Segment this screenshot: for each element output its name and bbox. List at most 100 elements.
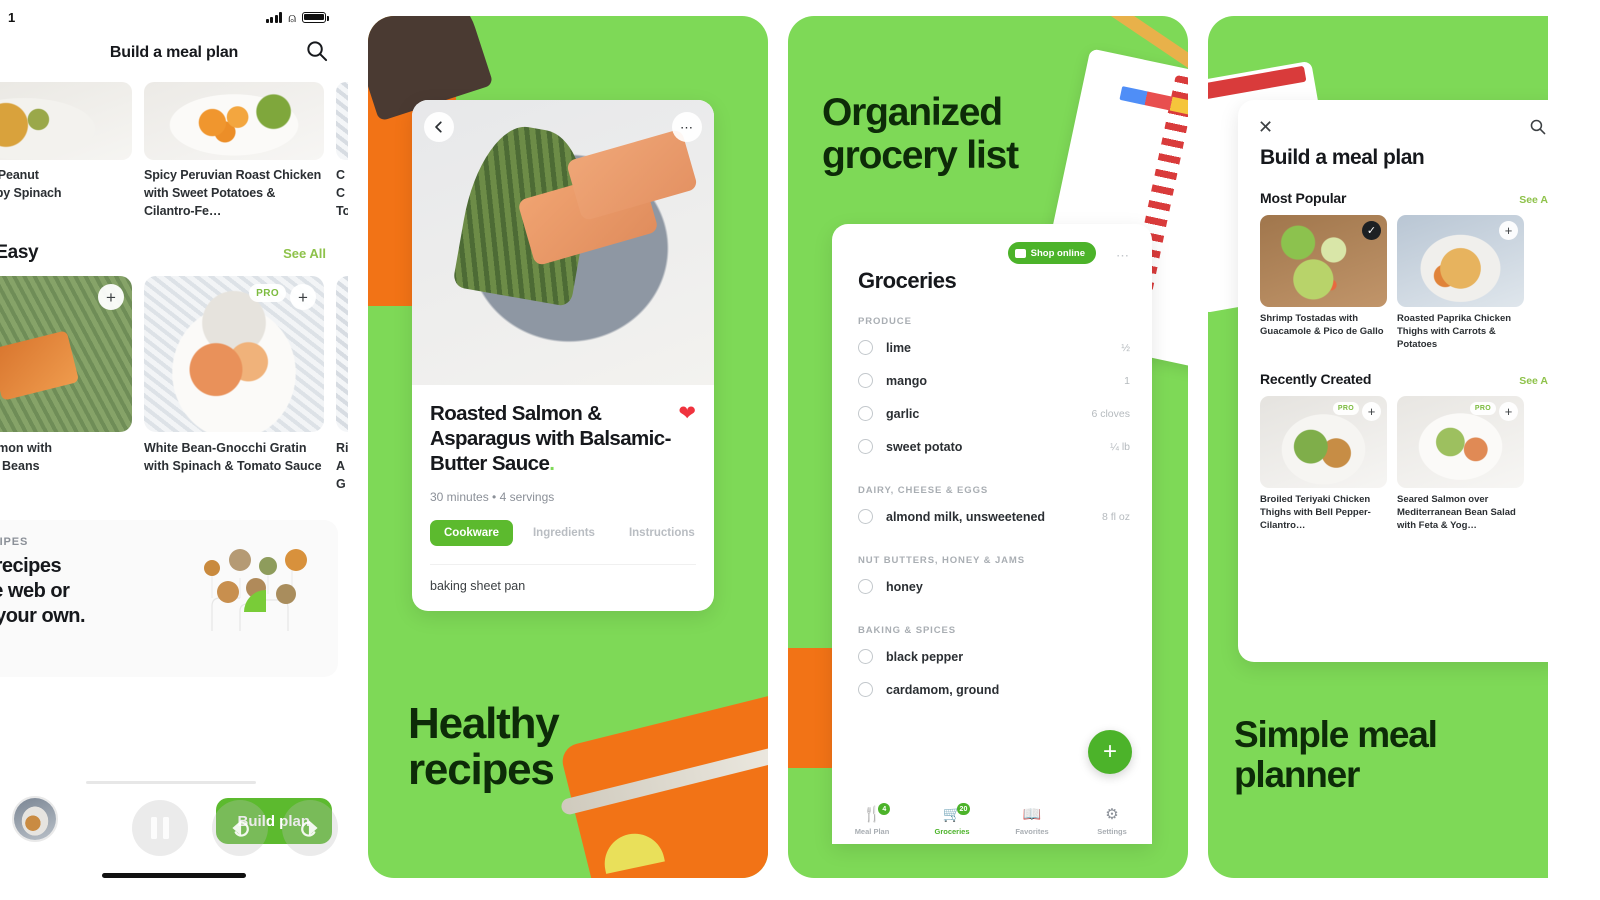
chevron-left-icon[interactable] bbox=[424, 112, 454, 142]
recipe-card[interactable]: + ried Salmon with y Green Beans bbox=[0, 276, 132, 493]
tab-meal-plan[interactable]: 🍴 4 Meal Plan bbox=[832, 803, 912, 836]
recipe-name: Seared Salmon over Mediterranean Bean Sa… bbox=[1397, 494, 1516, 532]
recipe-card[interactable]: + Roasted Paprika Chicken Thighs with Ca… bbox=[1397, 215, 1524, 351]
grocery-item[interactable]: mango 1 bbox=[832, 364, 1152, 397]
recipe-card[interactable]: PRO + Seared Salmon over Mediterranean B… bbox=[1397, 396, 1524, 532]
grocery-item-qty: ½ bbox=[1121, 341, 1130, 354]
avatar[interactable] bbox=[12, 796, 58, 842]
recipe-row-most-popular[interactable]: ✓ Shrimp Tostadas with Guacamole & Pico … bbox=[1238, 206, 1548, 351]
recipe-card[interactable]: Spicy Peruvian Roast Chicken with Sweet … bbox=[144, 82, 324, 220]
tab-label: Settings bbox=[1097, 827, 1127, 836]
app-store-screenshot-gallery: 1 ⍝ Build a meal plan Peanut y Spinach S… bbox=[0, 0, 1600, 900]
panel-headline: Organized grocery list bbox=[822, 91, 1019, 177]
status-time: 1 bbox=[8, 9, 16, 25]
checkbox-icon[interactable] bbox=[858, 373, 873, 388]
more-dots-icon[interactable]: ⋯ bbox=[672, 112, 702, 142]
more-dots-icon[interactable]: ⋯ bbox=[1116, 248, 1130, 264]
recipe-thumbnail: PRO + bbox=[1260, 396, 1387, 489]
grocery-item[interactable]: honey bbox=[832, 570, 1152, 603]
grocery-item[interactable]: sweet potato ¼ lb bbox=[832, 430, 1152, 463]
grocery-section-label: PRODUCE bbox=[858, 316, 912, 327]
collect-recipes-promo-card[interactable]: UR RECIPES llect recipes m the web or ea… bbox=[0, 519, 338, 677]
checkbox-icon[interactable] bbox=[858, 406, 873, 421]
search-icon[interactable] bbox=[1529, 118, 1546, 140]
promo-kicker: UR RECIPES bbox=[0, 535, 29, 548]
add-recipe-link[interactable]: Recipe bbox=[0, 643, 192, 658]
recipe-tabs[interactable]: Cookware Ingredients Instructions bbox=[430, 520, 696, 546]
grocery-item[interactable]: almond milk, unsweetened 8 fl oz bbox=[832, 500, 1152, 533]
grocery-item[interactable]: lime ½ bbox=[832, 331, 1152, 364]
recipe-name: Ri A G bbox=[336, 441, 348, 491]
recipe-collage-illustration bbox=[192, 536, 322, 661]
grocery-item-qty: 8 fl oz bbox=[1101, 510, 1130, 523]
pro-badge: PRO bbox=[249, 284, 286, 303]
recipe-name: Spicy Peruvian Roast Chicken with Sweet … bbox=[144, 168, 322, 218]
tab-instructions[interactable]: Instructions bbox=[615, 520, 709, 546]
recipe-thumbnail: ✓ bbox=[1260, 215, 1387, 307]
section-header-recently-created: Recently Created See A bbox=[1238, 351, 1548, 387]
rewind-10-icon[interactable] bbox=[212, 800, 268, 856]
recipe-card[interactable]: PRO + Broiled Teriyaki Chicken Thighs wi… bbox=[1260, 396, 1387, 532]
shop-online-button[interactable]: Shop online bbox=[1007, 242, 1096, 264]
recipe-row-recently-created[interactable]: PRO + Broiled Teriyaki Chicken Thighs wi… bbox=[1238, 387, 1548, 532]
heart-filled-icon[interactable]: ❤ bbox=[678, 403, 696, 424]
page-title: Build a meal plan bbox=[109, 44, 239, 61]
grocery-section: BAKING & SPICES black pepper cardamom, g… bbox=[832, 603, 1152, 706]
recipe-thumbnail: PRO + bbox=[1397, 396, 1524, 489]
grocery-item[interactable]: cardamom, ground bbox=[832, 673, 1152, 706]
recipe-card[interactable]: African Peanut with Baby Spinach bbox=[0, 82, 132, 220]
checkbox-icon[interactable] bbox=[858, 649, 873, 664]
sheet-title: Build a meal plan bbox=[1260, 146, 1425, 169]
video-scrubber[interactable] bbox=[86, 781, 256, 784]
recipe-card[interactable]: PRO + White Bean-Gnocchi Gratin with Spi… bbox=[144, 276, 324, 493]
grocery-list-card: Shop online ⋯ Groceries PRODUCE lime ½ m… bbox=[832, 224, 1152, 844]
pause-icon[interactable] bbox=[132, 800, 188, 856]
grocery-section-label: DAIRY, CHEESE & EGGS bbox=[858, 485, 989, 496]
checkbox-icon[interactable] bbox=[858, 579, 873, 594]
grocery-item-name: cardamom, ground bbox=[886, 682, 1000, 697]
panel-healthy-recipes: ⋯ ❤ Roasted Salmon & Asparagus with Bals… bbox=[368, 16, 768, 878]
bottom-tab-bar[interactable]: 🍴 4 Meal Plan 🛒 20 Groceries 📖 Favorites bbox=[832, 798, 1152, 844]
checkbox-icon[interactable] bbox=[858, 340, 873, 355]
see-all-link[interactable]: See A bbox=[1519, 375, 1548, 387]
selected-check-icon[interactable]: ✓ bbox=[1362, 221, 1381, 240]
section-header-quick-easy: ck & Easy See All bbox=[0, 242, 348, 264]
grocery-item[interactable]: garlic 6 cloves bbox=[832, 397, 1152, 430]
grocery-item-name: almond milk, unsweetened bbox=[886, 509, 1046, 524]
search-icon[interactable] bbox=[305, 39, 328, 67]
recipe-detail-card[interactable]: ⋯ ❤ Roasted Salmon & Asparagus with Bals… bbox=[412, 100, 714, 611]
basket-icon: 🛒 20 bbox=[943, 803, 971, 822]
tab-ingredients[interactable]: Ingredients bbox=[519, 520, 609, 546]
forward-10-icon[interactable] bbox=[282, 800, 338, 856]
tab-groceries[interactable]: 🛒 20 Groceries bbox=[912, 803, 992, 836]
navigation-bar: Build a meal plan bbox=[0, 30, 348, 76]
close-icon[interactable]: ✕ bbox=[1258, 118, 1273, 136]
checkbox-icon[interactable] bbox=[858, 439, 873, 454]
recipe-card[interactable]: ✓ Shrimp Tostadas with Guacamole & Pico … bbox=[1260, 215, 1387, 351]
grocery-item[interactable]: black pepper bbox=[832, 640, 1152, 673]
home-indicator bbox=[102, 873, 246, 878]
tab-favorites[interactable]: 📖 Favorites bbox=[992, 806, 1072, 836]
section-title: Recently Created bbox=[1260, 371, 1372, 388]
battery-icon bbox=[302, 11, 329, 23]
recipe-card[interactable]: Ri A G bbox=[336, 276, 348, 493]
video-player-controls[interactable] bbox=[132, 800, 338, 856]
add-recipe-button[interactable]: + bbox=[1499, 221, 1518, 240]
checkbox-icon[interactable] bbox=[858, 682, 873, 697]
recipe-row-quick-easy[interactable]: + ried Salmon with y Green Beans PRO + W… bbox=[0, 276, 348, 493]
cookware-item: baking sheet pan bbox=[430, 564, 696, 593]
pro-badge: PRO bbox=[1469, 402, 1496, 416]
add-grocery-button[interactable]: + bbox=[1088, 730, 1132, 774]
wifi-icon: ⍝ bbox=[288, 9, 296, 25]
grocery-section: PRODUCE lime ½ mango 1 garlic 6 cloves s… bbox=[832, 294, 1152, 463]
grocery-section: NUT BUTTERS, HONEY & JAMS honey bbox=[832, 533, 1152, 603]
tab-settings[interactable]: ⚙ Settings bbox=[1072, 806, 1152, 836]
tab-cookware[interactable]: Cookware bbox=[430, 520, 513, 546]
recipe-card[interactable]: C C To bbox=[336, 82, 348, 220]
recipe-row-top[interactable]: African Peanut with Baby Spinach Spicy P… bbox=[0, 82, 348, 220]
recipe-title-dot: . bbox=[549, 452, 555, 475]
checkbox-icon[interactable] bbox=[858, 509, 873, 524]
see-all-link[interactable]: See All bbox=[283, 246, 326, 261]
recipe-name: Shrimp Tostadas with Guacamole & Pico de… bbox=[1260, 313, 1384, 337]
see-all-link[interactable]: See A bbox=[1519, 194, 1548, 206]
